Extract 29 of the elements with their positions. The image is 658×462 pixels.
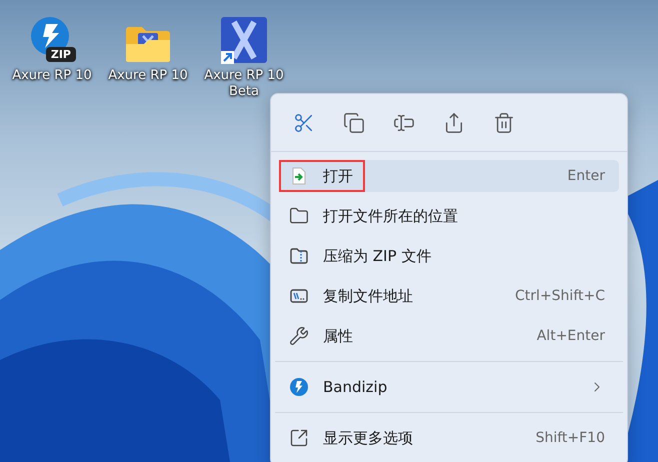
menu-item[interactable]: 打开 Enter — [279, 160, 619, 192]
folder-icon — [289, 206, 309, 226]
trash-icon — [493, 112, 515, 134]
menu-item[interactable]: Bandizip — [279, 371, 619, 403]
shortcut-text: Shift+F10 — [536, 428, 605, 448]
folder-icon — [124, 24, 172, 64]
shortcut-text: Alt+Enter — [536, 326, 605, 346]
share-icon — [443, 112, 465, 134]
lightning-circle-icon — [289, 377, 309, 397]
menu-item[interactable]: 复制文件地址 Ctrl+Shift+C — [279, 280, 619, 312]
shortcut-text: Enter — [567, 166, 605, 186]
zipped-folder-icon — [289, 246, 309, 266]
app-x-icon — [220, 16, 268, 64]
menu-item-label: 复制文件地址 — [323, 286, 413, 307]
menu-item-label: Bandizip — [323, 376, 388, 398]
menu-item-label: 压缩为 ZIP 文件 — [323, 246, 432, 267]
menu-item-label: 打开 — [323, 166, 353, 187]
menu-item[interactable]: 压缩为 ZIP 文件 — [279, 240, 619, 272]
copy-icon — [343, 112, 365, 134]
shortcut-text: Ctrl+Shift+C — [515, 286, 605, 306]
menu-item-label: 显示更多选项 — [323, 428, 413, 449]
menu-item[interactable]: 打开文件所在的位置 — [279, 200, 619, 232]
menu-item-label: 属性 — [323, 326, 353, 347]
scissors-icon — [293, 112, 315, 134]
menu-item[interactable]: 显示更多选项 Shift+F10 — [279, 422, 619, 454]
expand-icon — [289, 428, 309, 448]
menu-item-label: 打开文件所在的位置 — [323, 206, 458, 227]
wrench-icon — [289, 326, 309, 346]
menu-item[interactable]: 属性 Alt+Enter — [279, 320, 619, 352]
